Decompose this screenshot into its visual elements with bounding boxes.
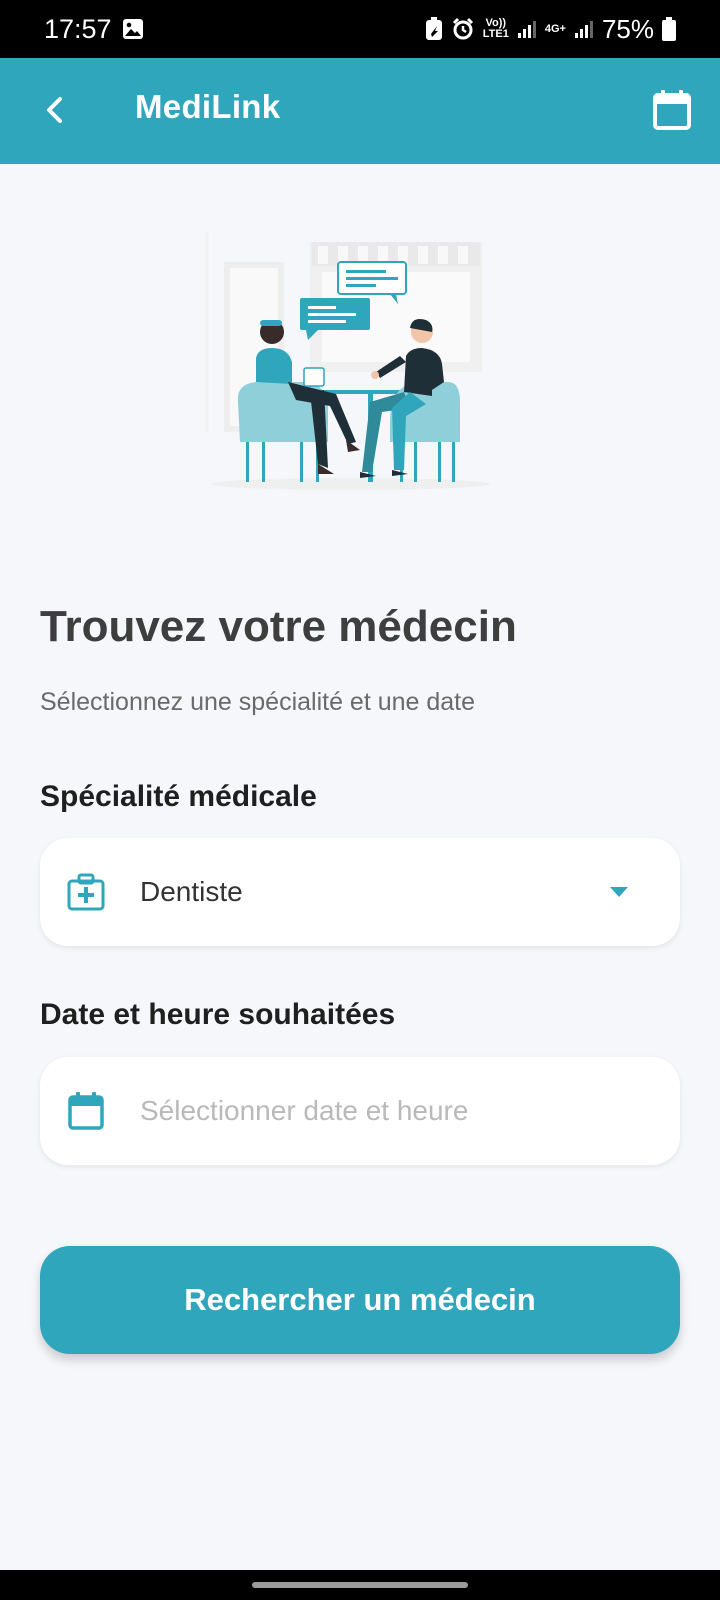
network-indicator: 4G+ bbox=[544, 22, 566, 35]
calendar-button[interactable] bbox=[648, 86, 696, 134]
datetime-field[interactable]: Sélectionner date et heure bbox=[40, 1057, 680, 1165]
status-bar: 17:57 Vo)) LTE1 4G+ 75% bbox=[0, 0, 720, 58]
page-subtitle: Sélectionnez une spécialité et une date bbox=[40, 688, 476, 716]
home-gesture-handle[interactable] bbox=[252, 1582, 468, 1588]
battery-percent: 75% bbox=[601, 13, 654, 44]
status-right: Vo)) LTE1 4G+ 75% bbox=[425, 14, 676, 45]
system-nav-bar bbox=[0, 1570, 720, 1600]
back-button[interactable] bbox=[32, 88, 76, 132]
specialty-value: Dentiste bbox=[140, 876, 243, 907]
datetime-label: Date et heure souhaitées bbox=[40, 998, 396, 1031]
app-bar: MediLink bbox=[0, 58, 720, 164]
network-type: 4G+ bbox=[544, 22, 566, 35]
datetime-placeholder: Sélectionner date et heure bbox=[140, 1095, 469, 1126]
page-title: Trouvez votre médecin bbox=[40, 602, 517, 651]
medical-kit-icon bbox=[66, 872, 106, 912]
signal-icon bbox=[517, 19, 537, 39]
dropdown-arrow-icon bbox=[610, 887, 628, 897]
search-doctor-button[interactable]: Rechercher un médecin bbox=[40, 1246, 680, 1354]
specialty-dropdown[interactable]: Dentiste bbox=[40, 838, 680, 946]
battery-icon bbox=[662, 17, 676, 41]
alarm-icon bbox=[451, 17, 475, 41]
specialty-label: Spécialité médicale bbox=[40, 780, 317, 813]
image-icon bbox=[122, 18, 144, 40]
volte-indicator: Vo)) LTE1 bbox=[483, 18, 509, 40]
calendar-icon bbox=[653, 90, 691, 130]
app-title: MediLink bbox=[135, 88, 281, 125]
screen: 17:57 Vo)) LTE1 4G+ 75% MediLink Trouvez… bbox=[0, 0, 720, 1600]
volte-bottom-text: LTE1 bbox=[482, 28, 509, 40]
status-time: 17:57 bbox=[44, 13, 112, 44]
signal-icon bbox=[574, 19, 594, 39]
calendar-icon bbox=[66, 1091, 106, 1131]
chevron-left-icon bbox=[47, 97, 62, 123]
battery-saver-icon bbox=[425, 17, 443, 41]
status-left: 17:57 bbox=[44, 14, 144, 45]
doctor-consultation-illustration bbox=[200, 232, 530, 502]
